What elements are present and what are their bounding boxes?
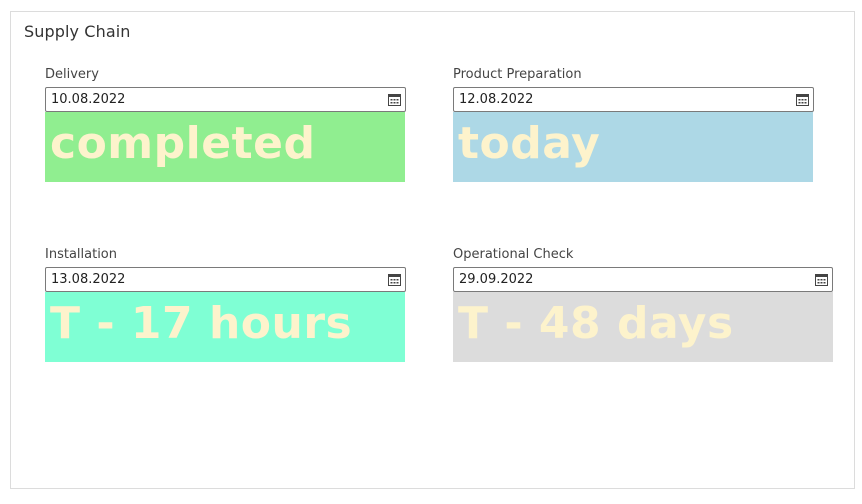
installation-date-input[interactable]: 13.08.2022 <box>45 267 406 292</box>
operational-check-date-input[interactable]: 29.09.2022 <box>453 267 833 292</box>
operational-check-label: Operational Check <box>453 247 574 262</box>
delivery-date-value: 10.08.2022 <box>51 92 126 107</box>
operational-check-date-value: 29.09.2022 <box>459 272 534 287</box>
delivery-label: Delivery <box>45 67 99 82</box>
product-preparation-status-box: today <box>453 112 813 182</box>
delivery-status-text: completed <box>50 118 316 169</box>
product-preparation-label: Product Preparation <box>453 67 582 82</box>
delivery-date-input[interactable]: 10.08.2022 <box>45 87 406 112</box>
operational-check-status-text: T - 48 days <box>458 298 734 349</box>
field-product-preparation: Product Preparation 12.08.2022 today <box>453 67 814 183</box>
calendar-icon[interactable] <box>796 93 809 106</box>
calendar-icon[interactable] <box>388 273 401 286</box>
product-preparation-date-input[interactable]: 12.08.2022 <box>453 87 814 112</box>
field-delivery: Delivery 10.08.2022 completed <box>45 67 406 183</box>
product-preparation-status-text: today <box>458 118 601 169</box>
supply-chain-panel: Supply Chain Delivery 10.08.2022 complet… <box>10 11 855 489</box>
product-preparation-date-value: 12.08.2022 <box>459 92 534 107</box>
calendar-icon[interactable] <box>388 93 401 106</box>
installation-status-box: T - 17 hours <box>45 292 405 362</box>
panel-title: Supply Chain <box>24 22 131 41</box>
calendar-icon[interactable] <box>815 273 828 286</box>
installation-status-text: T - 17 hours <box>50 298 353 349</box>
installation-date-value: 13.08.2022 <box>51 272 126 287</box>
operational-check-status-box: T - 48 days <box>453 292 833 362</box>
field-operational-check: Operational Check 29.09.2022 T - 48 days <box>453 247 833 363</box>
field-installation: Installation 13.08.2022 T - 17 hours <box>45 247 406 363</box>
delivery-status-box: completed <box>45 112 405 182</box>
installation-label: Installation <box>45 247 118 262</box>
